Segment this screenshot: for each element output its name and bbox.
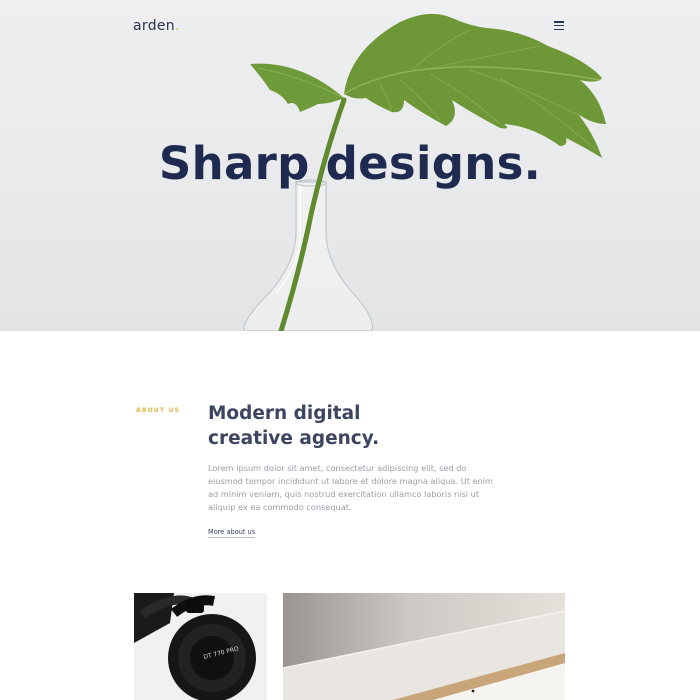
about-heading-line2: creative agency. [208,428,380,449]
about-body-text: Lorem ipsum dolor sit amet, consectetur … [208,463,493,512]
headphones-image[interactable]: DT 770 PRO [134,593,267,700]
about-heading-line1: Modern digital [208,403,361,424]
logo-dot: . [174,18,180,34]
hero-section: arden. Sharp designs. [0,0,700,331]
more-about-us-link[interactable]: More about us [208,528,256,538]
hero-title: Sharp designs. [158,137,542,190]
site-logo[interactable]: arden. [133,18,180,34]
about-label: ABOUT US [136,407,181,414]
desk-workspace-image[interactable] [283,593,565,700]
hamburger-menu-icon[interactable] [554,21,566,32]
logo-text: arden [133,18,175,34]
about-heading: Modern digital creative agency. [208,401,508,451]
